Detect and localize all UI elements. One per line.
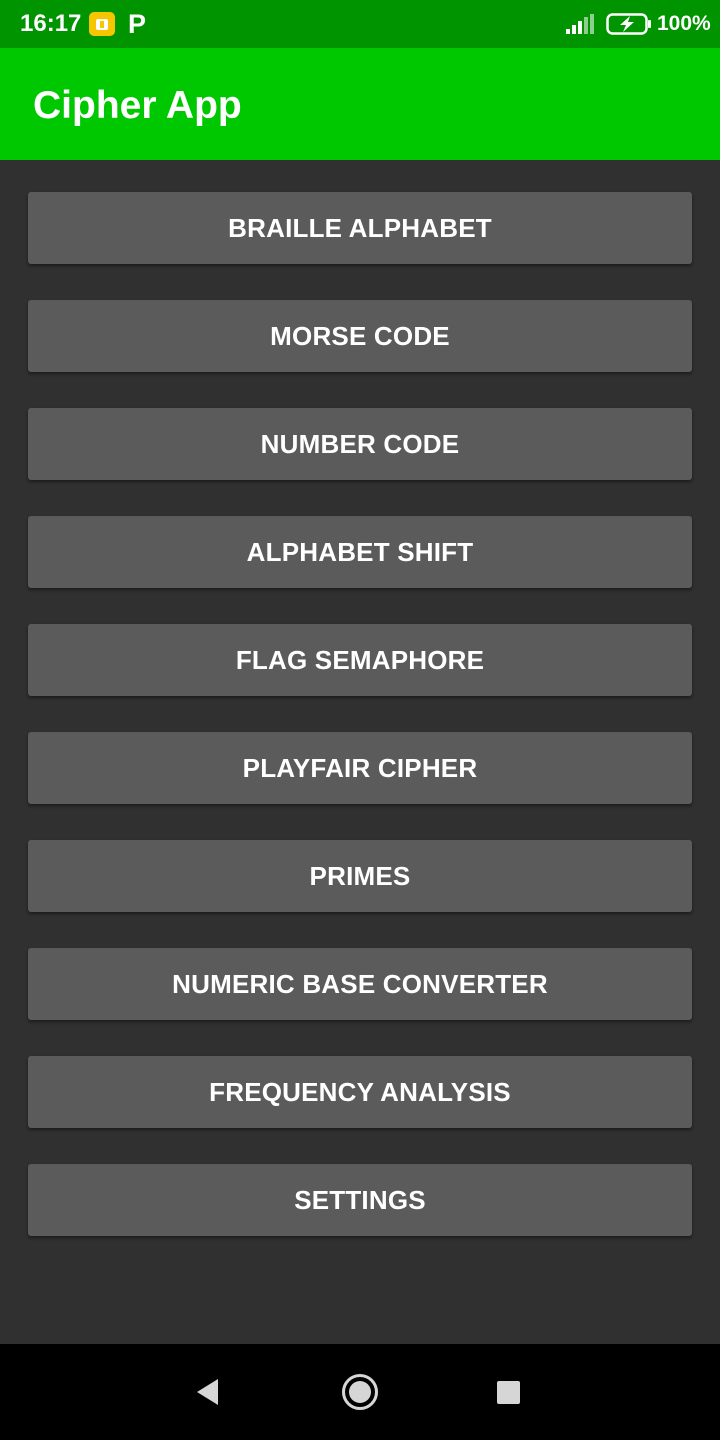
app-title: Cipher App [33,84,242,127]
flag-semaphore-button[interactable]: FLAG SEMAPHORE [28,624,692,696]
number-code-button[interactable]: NUMBER CODE [28,408,692,480]
status-time: 16:17 [20,10,82,37]
morse-code-button[interactable]: MORSE CODE [28,300,692,372]
numeric-base-converter-button[interactable]: NUMERIC BASE CONVERTER [28,948,692,1020]
recents-icon[interactable] [497,1381,520,1404]
battery-percent: 100% [657,12,711,35]
screen: 16:17 P 100% Cipher App BRAILLE ALPHABET… [0,0,720,1440]
battery-charging-icon [606,13,651,35]
playfair-cipher-button[interactable]: PLAYFAIR CIPHER [28,732,692,804]
app-notification-icon [89,12,115,36]
primes-button[interactable]: PRIMES [28,840,692,912]
alphabet-shift-button[interactable]: ALPHABET SHIFT [28,516,692,588]
home-icon[interactable] [341,1373,379,1411]
braille-alphabet-button[interactable]: BRAILLE ALPHABET [28,192,692,264]
settings-button[interactable]: SETTINGS [28,1164,692,1236]
p-icon: P [128,9,147,39]
back-icon[interactable] [196,1378,220,1406]
cipher-menu: BRAILLE ALPHABET MORSE CODE NUMBER CODE … [28,192,692,1272]
frequency-analysis-button[interactable]: FREQUENCY ANALYSIS [28,1056,692,1128]
status-bar: 16:17 P 100% [0,0,720,48]
signal-icon [566,14,594,34]
